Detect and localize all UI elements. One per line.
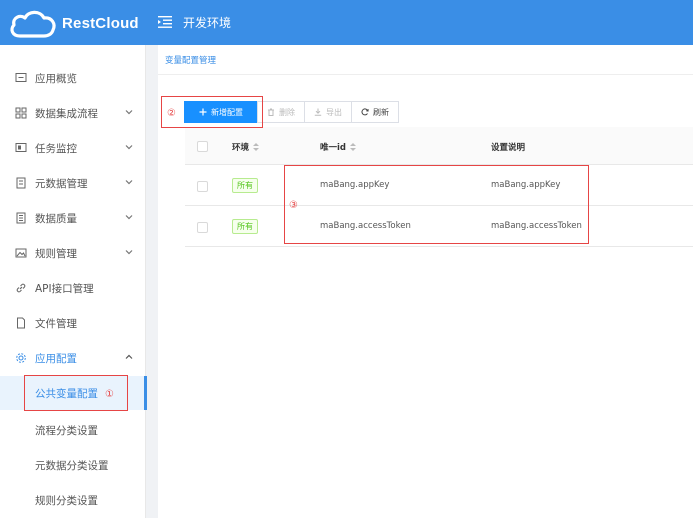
sidebar-item-label: 数据集成流程 bbox=[35, 107, 98, 120]
column-header-label: 环境 bbox=[232, 143, 250, 153]
column-header-label: 唯一id bbox=[320, 143, 346, 153]
column-header-desc: 设置说明 bbox=[491, 141, 525, 153]
sidebar-item-label: 数据质量 bbox=[35, 212, 77, 225]
env-tag: 所有 bbox=[232, 178, 258, 193]
sidebar-item-metadata[interactable]: 元数据管理 bbox=[0, 166, 146, 200]
refresh-label: 刷新 bbox=[373, 107, 389, 117]
row-checkbox[interactable] bbox=[197, 222, 208, 233]
sidebar-item-label: 应用概览 bbox=[35, 72, 77, 85]
refresh-button[interactable]: 刷新 bbox=[351, 101, 399, 123]
chevron-down-icon bbox=[125, 145, 133, 150]
sidebar-item-data-integration[interactable]: 数据集成流程 bbox=[0, 96, 146, 130]
sidebar-item-label: API接口管理 bbox=[35, 282, 94, 295]
sort-icon[interactable] bbox=[350, 142, 356, 152]
sidebar-item-task-monitor[interactable]: 任务监控 bbox=[0, 131, 146, 165]
file-icon bbox=[17, 317, 25, 329]
annotation-number-3: ③ bbox=[289, 200, 298, 211]
monitor-icon bbox=[15, 73, 27, 82]
chevron-up-icon bbox=[125, 354, 133, 359]
gear-icon bbox=[16, 353, 26, 363]
sidebar-item-api[interactable]: API接口管理 bbox=[0, 271, 146, 305]
annotation-box-3 bbox=[284, 165, 589, 244]
sort-icon[interactable] bbox=[253, 142, 260, 152]
sidebar-subitem-label: 流程分类设置 bbox=[35, 424, 98, 437]
table-header: 环境 唯一id 设置说明 bbox=[185, 127, 693, 165]
sidebar-item-app-overview[interactable]: 应用概览 bbox=[0, 61, 146, 95]
sidebar: 应用概览 数据集成流程 任务监控 元数据管理 数据质量 规则管理 API接口管理… bbox=[0, 45, 147, 518]
chevron-down-icon bbox=[125, 215, 133, 220]
menu-fold-icon[interactable] bbox=[158, 15, 172, 29]
refresh-icon bbox=[361, 108, 369, 116]
column-header-env[interactable]: 环境 bbox=[232, 141, 260, 153]
logo[interactable]: RestCloud bbox=[8, 7, 148, 39]
cloud-logo-icon bbox=[10, 10, 56, 38]
sidebar-item-label: 规则管理 bbox=[35, 247, 77, 260]
column-header-label: 设置说明 bbox=[491, 143, 526, 153]
sidebar-subitem-label: 元数据分类设置 bbox=[35, 459, 109, 472]
book-icon bbox=[16, 177, 26, 189]
screen-icon bbox=[15, 143, 27, 152]
top-header: RestCloud 开发环境 bbox=[0, 0, 693, 45]
export-button[interactable]: 导出 bbox=[304, 101, 352, 123]
breadcrumb[interactable]: 变量配置管理 bbox=[165, 54, 216, 66]
env-tag: 所有 bbox=[232, 219, 258, 234]
sidebar-item-app-config[interactable]: 应用配置 bbox=[0, 341, 146, 375]
grid-icon bbox=[15, 107, 27, 119]
annotation-box-2 bbox=[161, 96, 263, 128]
link-icon bbox=[16, 283, 26, 293]
download-icon bbox=[314, 108, 322, 116]
trash-icon bbox=[268, 108, 274, 116]
sidebar-subitem-metadata-category[interactable]: 元数据分类设置 bbox=[0, 448, 146, 482]
export-label: 导出 bbox=[326, 107, 342, 117]
sidebar-item-label: 文件管理 bbox=[35, 317, 77, 330]
sidebar-subitem-rule-category[interactable]: 规则分类设置 bbox=[0, 483, 146, 517]
row-checkbox[interactable] bbox=[197, 181, 208, 192]
delete-label: 删除 bbox=[279, 107, 295, 117]
sidebar-item-label: 任务监控 bbox=[35, 142, 77, 155]
chevron-down-icon bbox=[125, 110, 133, 115]
brand-name: RestCloud bbox=[62, 15, 139, 32]
sidebar-item-label: 元数据管理 bbox=[35, 177, 88, 190]
select-all-checkbox[interactable] bbox=[197, 141, 208, 152]
sidebar-subitem-flow-category[interactable]: 流程分类设置 bbox=[0, 413, 146, 447]
sidebar-item-rules[interactable]: 规则管理 bbox=[0, 236, 146, 270]
chevron-down-icon bbox=[125, 250, 133, 255]
chevron-down-icon bbox=[125, 180, 133, 185]
list-icon bbox=[16, 212, 26, 224]
column-header-id[interactable]: 唯一id bbox=[320, 141, 356, 153]
sidebar-item-files[interactable]: 文件管理 bbox=[0, 306, 146, 340]
active-indicator bbox=[144, 376, 147, 410]
divider bbox=[158, 74, 693, 75]
delete-button[interactable]: 删除 bbox=[257, 101, 305, 123]
sidebar-item-label: 应用配置 bbox=[35, 352, 77, 365]
image-icon bbox=[15, 248, 27, 258]
sidebar-item-data-quality[interactable]: 数据质量 bbox=[0, 201, 146, 235]
environment-title: 开发环境 bbox=[183, 16, 232, 30]
annotation-number-1: ① bbox=[105, 389, 114, 400]
annotation-number-2: ② bbox=[167, 108, 176, 119]
sidebar-subitem-label: 规则分类设置 bbox=[35, 494, 98, 507]
